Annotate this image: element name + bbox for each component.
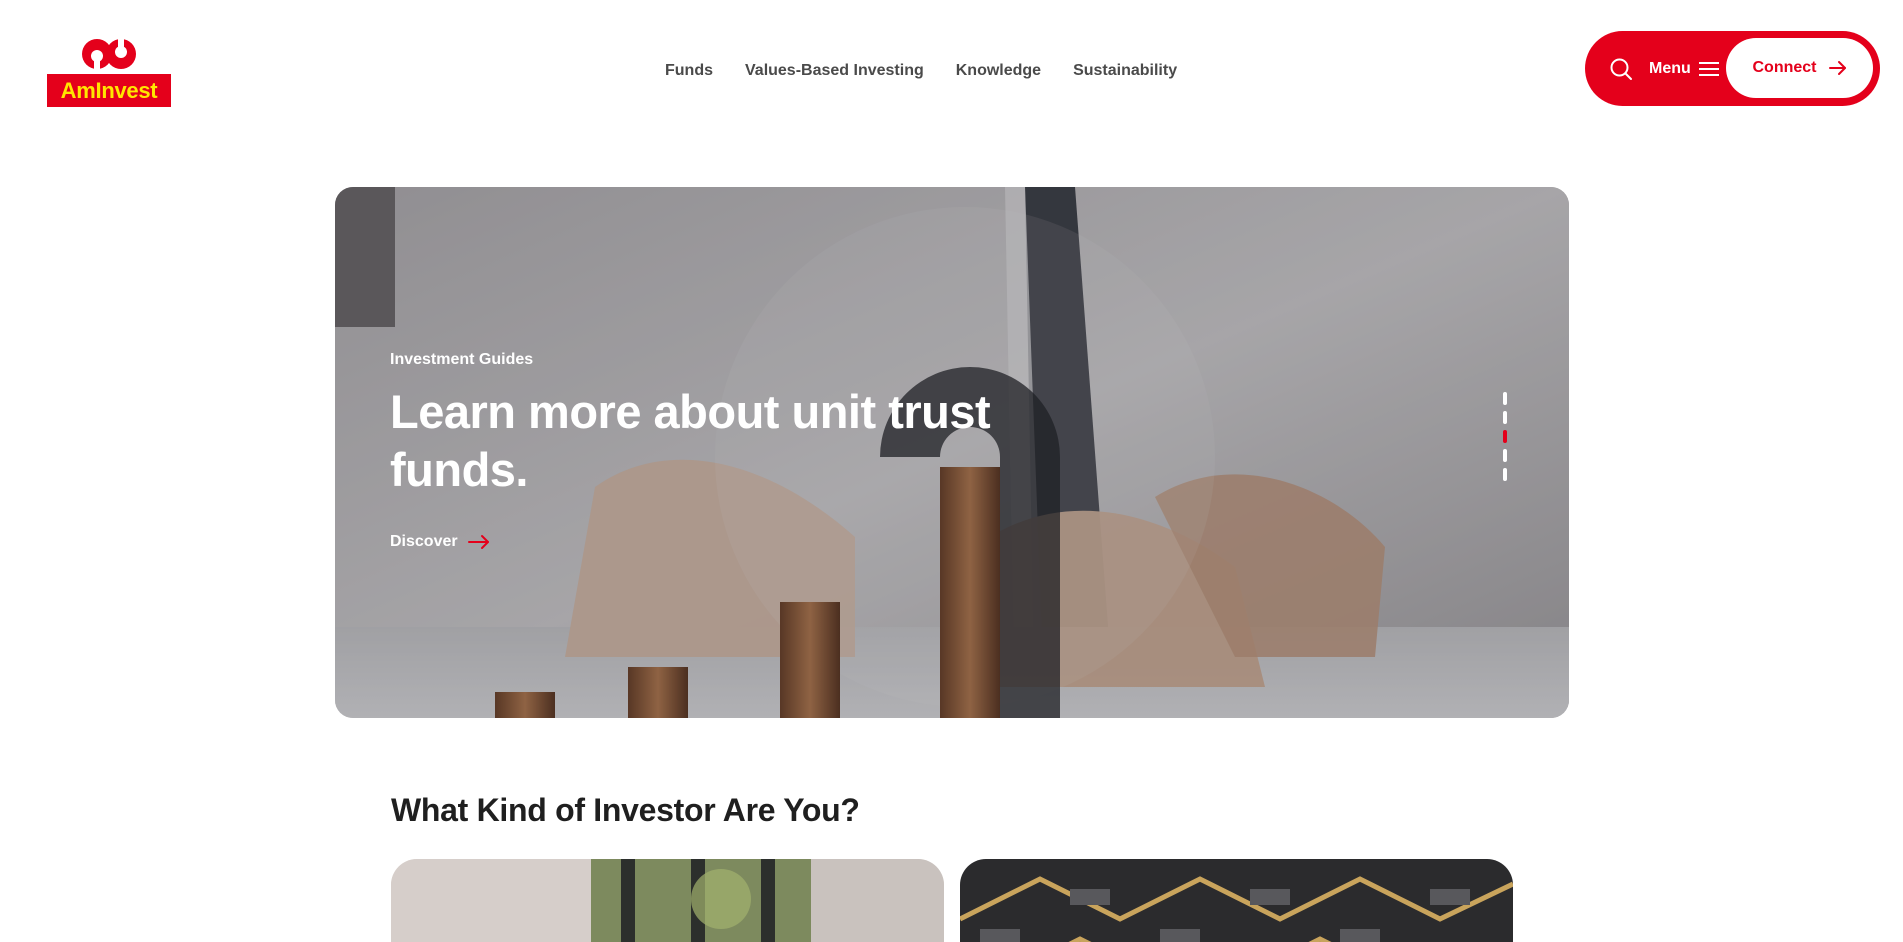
hero-content: Investment Guides Learn more about unit … <box>390 351 1030 551</box>
investor-card-image <box>391 859 944 942</box>
logo-mark-icon <box>82 36 136 72</box>
main-nav: Funds Values-Based Investing Knowledge S… <box>665 62 1177 80</box>
investor-card[interactable] <box>960 859 1513 942</box>
slide-indicator[interactable] <box>1503 392 1507 405</box>
connect-label: Connect <box>1752 59 1817 76</box>
search-icon <box>1610 58 1632 80</box>
discover-label: Discover <box>390 533 458 550</box>
menu-label: Menu <box>1649 59 1691 77</box>
slide-indicator-active[interactable] <box>1503 430 1507 443</box>
connect-button[interactable]: Connect <box>1726 38 1873 98</box>
hero-eyebrow: Investment Guides <box>390 351 534 368</box>
nav-item-funds[interactable]: Funds <box>665 62 713 80</box>
nav-item-knowledge[interactable]: Knowledge <box>956 62 1041 80</box>
discover-link[interactable]: Discover <box>390 533 490 551</box>
hero-title: Learn more about unit trust funds. <box>390 385 991 496</box>
aminvest-logo[interactable]: AmInvest <box>47 36 171 108</box>
investor-card[interactable] <box>391 859 944 942</box>
nav-item-values-based-investing[interactable]: Values-Based Investing <box>745 62 924 80</box>
arrow-right-icon <box>1828 61 1846 75</box>
slide-indicator[interactable] <box>1503 449 1507 462</box>
logo-plate: AmInvest <box>47 74 171 107</box>
header-action-pill: Menu Connect <box>1585 31 1880 106</box>
hero-slide-pager <box>1503 392 1509 512</box>
hero-banner: Investment Guides Learn more about unit … <box>335 187 1569 718</box>
hamburger-icon <box>1698 61 1719 76</box>
logo-text: AmInvest <box>60 77 158 103</box>
nav-item-sustainability[interactable]: Sustainability <box>1073 62 1177 80</box>
investor-card-image <box>960 859 1513 942</box>
arrow-right-icon <box>467 535 489 549</box>
search-button[interactable] <box>1607 55 1635 83</box>
slide-indicator[interactable] <box>1503 411 1507 424</box>
section-title: What Kind of Investor Are You? <box>391 792 860 828</box>
menu-button[interactable]: Menu <box>1649 60 1719 78</box>
slide-indicator[interactable] <box>1503 468 1507 481</box>
